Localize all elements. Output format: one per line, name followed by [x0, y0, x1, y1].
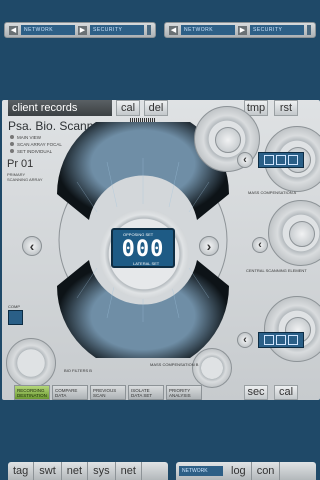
network-badge[interactable]: NETWORK: [179, 466, 223, 476]
indicator: [307, 25, 311, 35]
left-arrow-icon[interactable]: ◀: [169, 25, 178, 35]
right-arrow-icon[interactable]: ▶: [78, 25, 87, 35]
tab-priority-analysis[interactable]: PRIORITY ANALYSIS: [166, 385, 202, 400]
left-chevron-icon[interactable]: ‹: [237, 152, 253, 168]
mass-comp-a-label: MASS COMPENSATION A: [248, 190, 297, 195]
scanner-panel: client records cal del tmp rst Psa. Bio.…: [2, 100, 320, 400]
dock-right: NETWORK log con: [176, 462, 316, 480]
cell-icon: [288, 335, 298, 345]
swt-button[interactable]: swt: [34, 462, 62, 480]
bullet-icon: [10, 142, 14, 146]
right-chevron-icon[interactable]: ›: [199, 236, 219, 256]
tab-isolate-data-set[interactable]: ISOLATE DATA SET: [128, 385, 164, 400]
menu-item-set-individual[interactable]: SET INDIVIDUAL: [10, 148, 62, 155]
net-button[interactable]: net: [62, 462, 89, 480]
knob-center-icon: [289, 221, 315, 247]
pr-sub-label: PRIMARY SCANNING ARRAY: [7, 172, 43, 182]
knob-bottom-small[interactable]: [192, 348, 232, 388]
digit-display: OPPOSING SET 000 LATERAL SET: [111, 228, 175, 268]
network-segment[interactable]: NETWORK: [181, 25, 235, 35]
dock-left: tag swt net sys net: [8, 462, 168, 480]
comp-toggle[interactable]: [8, 310, 23, 325]
knob-center-icon: [215, 127, 241, 153]
security-segment[interactable]: SECURITY: [250, 25, 304, 35]
top-toolbar-left: ◀ NETWORK ▶ SECURITY: [4, 22, 156, 38]
cell-icon: [264, 155, 274, 165]
menu: MAIN VIEW SCAN ARRAY FOCAL SET INDIVIDUA…: [10, 134, 62, 155]
network-segment[interactable]: NETWORK: [21, 25, 75, 35]
indicator: [147, 25, 151, 35]
tab-previous-scan[interactable]: PREVIOUS SCAN: [90, 385, 126, 400]
rst-button[interactable]: rst: [274, 100, 298, 116]
cell-icon: [264, 335, 274, 345]
tab-recording-destination[interactable]: RECORDING DESTINATION: [14, 385, 50, 400]
menu-item-main-view[interactable]: MAIN VIEW: [10, 134, 62, 141]
cell-icon: [276, 335, 286, 345]
knob-left-bottom[interactable]: [6, 338, 56, 388]
cal-button[interactable]: cal: [116, 100, 140, 116]
log-button[interactable]: log: [226, 462, 252, 480]
sys-button[interactable]: sys: [88, 462, 116, 480]
comp-label: COMP: [8, 304, 20, 309]
header-title: client records: [8, 100, 112, 116]
right-arrow-icon[interactable]: ▶: [238, 25, 247, 35]
con-button[interactable]: con: [252, 462, 281, 480]
left-arrow-icon[interactable]: ◀: [9, 25, 18, 35]
left-chevron-icon[interactable]: ‹: [237, 332, 253, 348]
bullet-icon: [10, 149, 14, 153]
bottom-tabs: RECORDING DESTINATION COMPARE DATA PREVI…: [14, 385, 202, 400]
top-toolbar-right: ◀ NETWORK ▶ SECURITY: [164, 22, 316, 38]
digits-value: 000: [121, 237, 165, 262]
lateral-set-label: LATERAL SET: [133, 261, 160, 266]
sec-button[interactable]: sec: [244, 385, 268, 400]
bio-filters-b-label: BIO FILTERS B: [64, 368, 92, 373]
cell-icon: [276, 155, 286, 165]
left-chevron-icon[interactable]: ‹: [22, 236, 42, 256]
tab-compare-data[interactable]: COMPARE DATA: [52, 385, 88, 400]
net-button-2[interactable]: net: [116, 462, 142, 480]
security-segment[interactable]: SECURITY: [90, 25, 144, 35]
pr-label: Pr 01: [7, 158, 34, 170]
digit-cell-bottom: [258, 332, 304, 348]
cell-icon: [288, 155, 298, 165]
del-button[interactable]: del: [144, 100, 168, 116]
central-scan-label: CENTRAL SCANNING ELEMENT: [246, 268, 307, 273]
knob-middle[interactable]: [268, 200, 320, 266]
mass-comp-b-label: MASS COMPENSATION B: [150, 362, 199, 367]
tag-button[interactable]: tag: [8, 462, 35, 480]
cal-button-bottom[interactable]: cal: [274, 385, 298, 400]
menu-item-scan-array[interactable]: SCAN ARRAY FOCAL: [10, 141, 62, 148]
digit-cell-top: [258, 152, 304, 168]
knob-right-bottom[interactable]: [264, 296, 320, 362]
bullet-icon: [10, 135, 14, 139]
left-chevron-icon[interactable]: ‹: [252, 237, 268, 253]
